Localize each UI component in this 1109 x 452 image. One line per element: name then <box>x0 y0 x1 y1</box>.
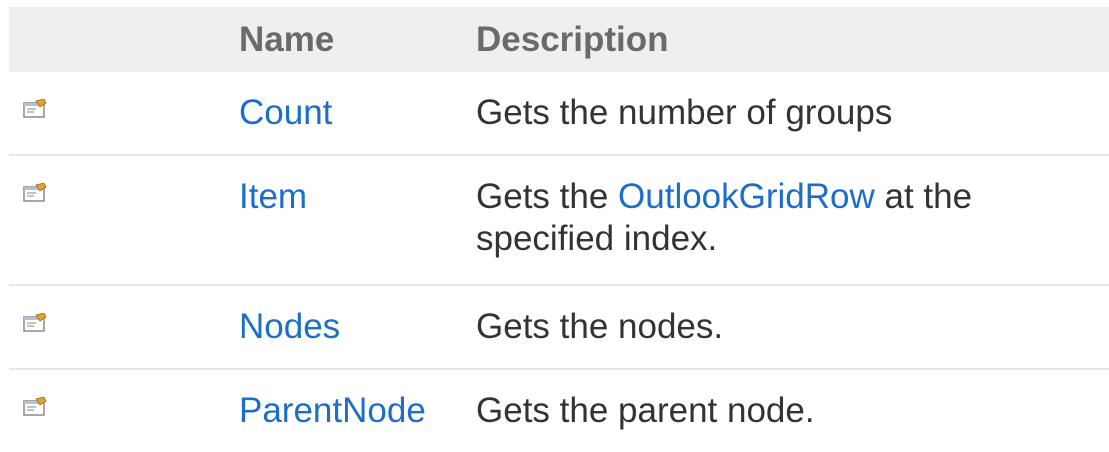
row-description: Gets the number of groups <box>476 72 1109 156</box>
member-link-nodes[interactable]: Nodes <box>239 307 340 346</box>
description-text: Gets the nodes. <box>476 307 724 346</box>
table-row: Item Gets the OutlookGridRow at the spec… <box>9 155 1109 286</box>
property-icon <box>22 99 48 119</box>
row-description: Gets the OutlookGridRow at the specified… <box>476 155 1109 286</box>
row-name-cell: Item <box>239 155 476 286</box>
member-link-count[interactable]: Count <box>239 93 332 132</box>
row-name-cell: Count <box>239 72 476 156</box>
row-icon-cell <box>9 369 239 452</box>
row-description: Gets the nodes. <box>476 285 1109 370</box>
description-text: Gets the number of groups <box>476 93 893 132</box>
row-description: Gets the parent node. <box>476 369 1109 452</box>
row-name-cell: ParentNode <box>239 369 476 452</box>
description-prefix: Gets the <box>476 177 619 216</box>
row-icon-cell <box>9 155 239 286</box>
outlookgridrow-link[interactable]: OutlookGridRow <box>618 177 875 216</box>
row-icon-cell <box>9 72 239 156</box>
row-icon-cell <box>9 285 239 370</box>
member-link-parentnode[interactable]: ParentNode <box>239 391 426 430</box>
header-description: Description <box>476 7 1109 72</box>
property-icon <box>22 397 48 417</box>
table-header-row: Name Description <box>9 7 1109 72</box>
member-link-item[interactable]: Item <box>239 177 307 216</box>
header-icon-column <box>9 7 239 72</box>
table-row: ParentNode Gets the parent node. <box>9 369 1109 452</box>
header-name: Name <box>239 7 476 72</box>
property-icon <box>22 313 48 333</box>
property-icon <box>22 183 48 203</box>
row-name-cell: Nodes <box>239 285 476 370</box>
table-row: Nodes Gets the nodes. <box>9 285 1109 370</box>
table-row: Count Gets the number of groups <box>9 72 1109 156</box>
description-text: Gets the parent node. <box>476 391 815 430</box>
members-table: Name Description Count Gets the number o… <box>9 7 1109 452</box>
